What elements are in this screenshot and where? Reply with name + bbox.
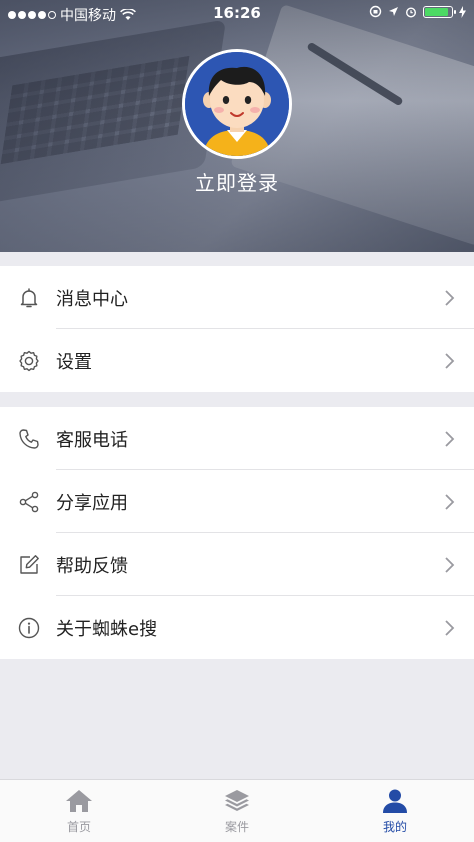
info-icon xyxy=(16,615,42,641)
chevron-right-icon xyxy=(445,556,455,573)
edit-icon xyxy=(16,552,42,578)
menu-item-label: 关于蜘蛛e搜 xyxy=(56,618,158,640)
menu-item-label: 帮助反馈 xyxy=(56,555,128,577)
avatar-illustration xyxy=(185,52,289,156)
menu-item-label: 消息中心 xyxy=(56,288,128,310)
share-icon xyxy=(16,489,42,515)
menu-item-help-feedback[interactable]: 帮助反馈 xyxy=(0,533,474,596)
chevron-right-icon xyxy=(445,289,455,306)
login-button[interactable]: 立即登录 xyxy=(0,167,474,196)
user-icon xyxy=(383,789,407,813)
gear-icon xyxy=(16,348,42,374)
tab-label: 案件 xyxy=(224,819,249,834)
menu-group-secondary: 客服电话 分享应用 帮助反馈 关于蜘蛛e搜 xyxy=(0,407,474,659)
phone-icon xyxy=(16,426,42,452)
menu-item-about[interactable]: 关于蜘蛛e搜 xyxy=(0,596,474,659)
menu-item-label: 设置 xyxy=(56,351,92,373)
chevron-right-icon xyxy=(445,352,455,369)
avatar[interactable] xyxy=(182,49,292,159)
tab-mine[interactable]: 我的 xyxy=(316,780,474,842)
location-icon xyxy=(389,7,398,16)
menu-item-message-center[interactable]: 消息中心 xyxy=(0,266,474,329)
status-bar: 中国移动 16:26 xyxy=(0,0,474,26)
home-icon xyxy=(66,789,92,812)
orientation-lock-icon xyxy=(369,5,382,18)
menu-item-settings[interactable]: 设置 xyxy=(0,329,474,392)
alarm-icon xyxy=(405,6,417,18)
tab-cases[interactable]: 案件 xyxy=(158,780,316,842)
charging-icon xyxy=(459,5,466,18)
bell-icon xyxy=(16,285,42,311)
chevron-right-icon xyxy=(445,493,455,510)
chevron-right-icon xyxy=(445,430,455,447)
profile-screen: 中国移动 16:26 立即登录 消息中心 设置 客服电话 分享应用 帮助反馈 关… xyxy=(0,0,474,842)
layers-icon xyxy=(225,789,249,811)
tab-label: 首页 xyxy=(66,819,91,834)
tab-home[interactable]: 首页 xyxy=(0,780,158,842)
battery-icon xyxy=(423,5,456,18)
menu-group-primary: 消息中心 设置 xyxy=(0,266,474,392)
chevron-right-icon xyxy=(445,619,455,636)
menu-item-label: 客服电话 xyxy=(56,429,128,451)
menu-item-customer-service[interactable]: 客服电话 xyxy=(0,407,474,470)
tab-label: 我的 xyxy=(382,819,407,834)
menu-item-share-app[interactable]: 分享应用 xyxy=(0,470,474,533)
menu-item-label: 分享应用 xyxy=(56,492,128,514)
tab-bar: 首页 案件 我的 xyxy=(0,779,474,842)
